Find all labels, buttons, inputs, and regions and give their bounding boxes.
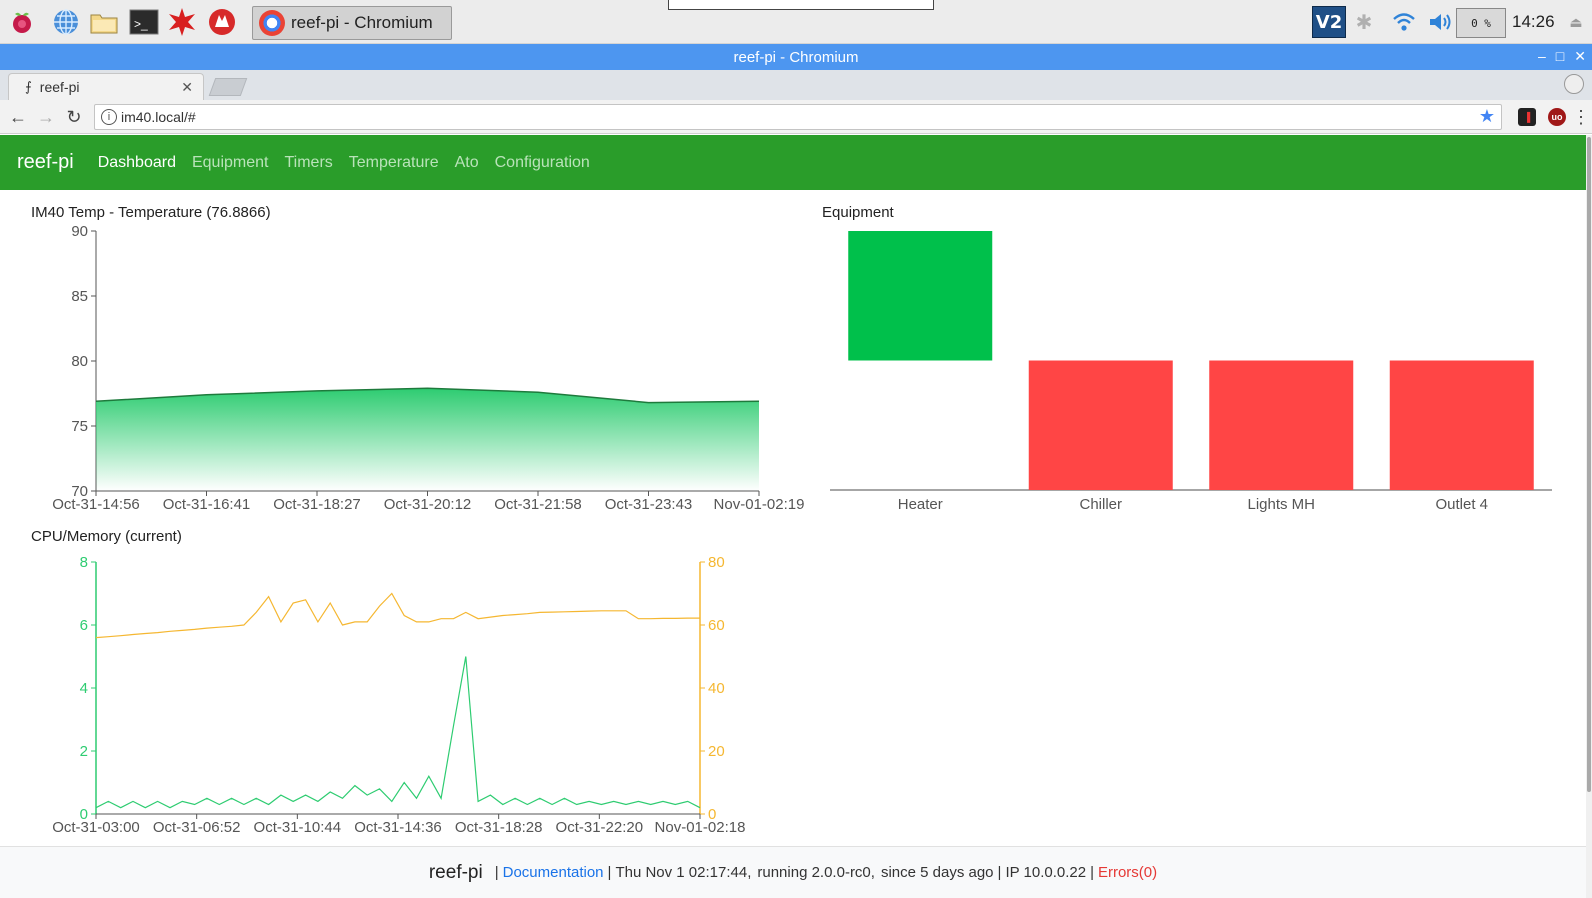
equipment-bar-chiller (1028, 360, 1173, 490)
footer: reef-pi | Documentation | Thu Nov 1 02:1… (0, 846, 1586, 898)
temperature-y-tick-label: 90 (71, 223, 88, 240)
cpu-x-tick-label: Oct-31-10:44 (254, 819, 342, 836)
cpu-x-tick-label: Nov-01-02:18 (655, 819, 746, 836)
temperature-x-tick-label: Oct-31-16:41 (163, 496, 251, 513)
footer-date: Thu Nov 1 02:17:44, (615, 864, 752, 881)
temperature-area (96, 388, 759, 491)
screen: >_ reef-pi - Chromium V2 ✱ 0 % 14:26 ⏏ r… (0, 0, 1592, 898)
footer-version: running 2.0.0-rc0, (757, 864, 875, 881)
cpu-x-tick-label: Oct-31-06:52 (153, 819, 241, 836)
equipment-label: Lights MH (1247, 496, 1315, 513)
cpu-y-tick-label: 2 (80, 743, 88, 760)
temperature-x-tick-label: Nov-01-02:19 (714, 496, 805, 513)
memory-y-tick-label: 20 (708, 743, 725, 760)
temperature-y-tick-label: 85 (71, 288, 88, 305)
memory-y-tick-label: 40 (708, 680, 725, 697)
cpu-x-tick-label: Oct-31-03:00 (52, 819, 140, 836)
cpu-y-tick-label: 6 (80, 617, 88, 634)
temperature-chart: 7075808590Oct-31-14:56 Oct-31-16:41 Oct-31… (52, 223, 1552, 836)
cpu-x-tick-label: Oct-31-22:20 (556, 819, 644, 836)
footer-separator: | (607, 864, 612, 881)
footer-brand: reef-pi (428, 861, 483, 883)
temperature-x-tick-label: Oct-31-21:58 (494, 496, 582, 513)
footer-separator: | (1090, 864, 1094, 881)
equipment-bar-lights-mh (1209, 360, 1354, 490)
footer-separator: | (997, 864, 1002, 881)
equipment-label: Outlet 4 (1435, 496, 1488, 513)
temperature-y-tick-label: 75 (71, 418, 88, 435)
cpu-y-tick-label: 8 (80, 554, 88, 571)
documentation-link[interactable]: Documentation (503, 864, 604, 881)
equipment-label: Heater (898, 496, 943, 513)
temperature-x-tick-label: Oct-31-20:12 (384, 496, 472, 513)
temperature-x-tick-label: Oct-31-14:56 (52, 496, 140, 513)
equipment-bar-heater (848, 231, 993, 361)
memory-y-tick-label: 80 (708, 554, 725, 571)
cpu-line (95, 656, 701, 809)
memory-y-tick-label: 60 (708, 617, 725, 634)
cpu-y-tick-label: 4 (80, 680, 88, 697)
footer-uptime: since 5 days ago (880, 864, 994, 881)
temperature-x-tick-label: Oct-31-23:43 (605, 496, 693, 513)
equipment-label: Chiller (1079, 496, 1122, 513)
errors-link[interactable]: Errors(0) (1098, 864, 1157, 881)
memory-line (95, 592, 700, 639)
footer-ip: IP 10.0.0.22 (1005, 864, 1087, 881)
temperature-y-tick-label: 80 (71, 353, 88, 370)
equipment-bar-outlet-4 (1389, 360, 1534, 490)
footer-separator: | (494, 864, 499, 881)
cpu-x-tick-label: Oct-31-18:28 (455, 819, 543, 836)
temperature-x-tick-label: Oct-31-18:27 (273, 496, 361, 513)
cpu-x-tick-label: Oct-31-14:36 (354, 819, 442, 836)
